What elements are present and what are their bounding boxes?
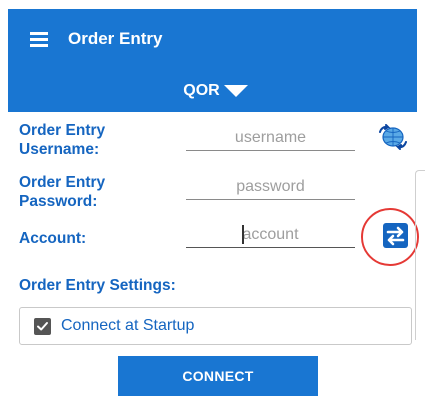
settings-group: Connect at Startup bbox=[19, 307, 412, 345]
connect-button[interactable]: CONNECT bbox=[118, 356, 318, 396]
password-input[interactable] bbox=[186, 174, 355, 199]
text-cursor bbox=[242, 225, 244, 244]
password-field[interactable] bbox=[186, 174, 355, 200]
connect-at-startup-label[interactable]: Connect at Startup bbox=[61, 317, 194, 335]
hamburger-menu-icon[interactable] bbox=[30, 32, 48, 47]
server-name: QOR bbox=[183, 81, 220, 99]
server-selector-bar: QOR bbox=[8, 69, 417, 112]
username-label: Order Entry Username: bbox=[19, 122, 106, 158]
globe-icon[interactable] bbox=[378, 124, 408, 150]
app-title: Order Entry bbox=[68, 29, 163, 48]
account-label: Account: bbox=[19, 230, 87, 247]
username-field[interactable] bbox=[186, 125, 355, 151]
password-label: Order Entry Password: bbox=[19, 174, 106, 210]
checkbox-checked-icon[interactable] bbox=[34, 317, 51, 335]
username-input[interactable] bbox=[186, 125, 355, 150]
account-field[interactable] bbox=[186, 222, 355, 248]
side-panel-edge bbox=[415, 170, 425, 340]
app-bar: Order Entry bbox=[8, 9, 417, 69]
account-input[interactable] bbox=[186, 222, 355, 247]
caret-down-icon bbox=[223, 84, 248, 97]
settings-heading: Order Entry Settings: bbox=[19, 277, 176, 294]
server-dropdown[interactable]: QOR bbox=[183, 81, 248, 100]
highlight-circle bbox=[361, 208, 419, 266]
